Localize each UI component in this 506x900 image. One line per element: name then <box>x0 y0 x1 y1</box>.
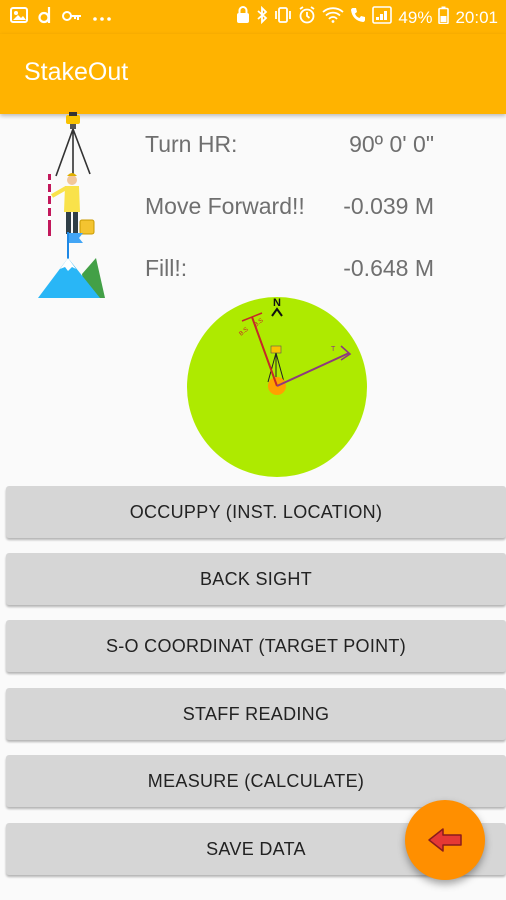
fill-label: Fill!: <box>145 255 188 281</box>
app-bar: StakeOut <box>0 34 506 114</box>
staff-reading-button[interactable]: STAFF READING <box>6 688 506 740</box>
north-label: N <box>273 297 281 309</box>
d-app-icon <box>38 6 52 30</box>
status-right-icons: 49% 20:01 <box>236 5 498 29</box>
move-row: Move Forward!! -0.039 M <box>0 187 506 227</box>
battery-icon <box>438 6 450 29</box>
measure-button[interactable]: MEASURE (CALCULATE) <box>6 755 506 807</box>
turn-row: Turn HR: 90º 0' 0" <box>0 125 506 165</box>
back-fab[interactable] <box>405 800 485 880</box>
alarm-icon <box>298 6 316 29</box>
occupy-button[interactable]: OCCUPPY (INST. LOCATION) <box>6 486 506 538</box>
status-left-icons <box>10 6 112 30</box>
call-icon <box>350 7 366 28</box>
move-value: -0.039 M <box>343 193 434 219</box>
bluetooth-icon <box>256 5 268 29</box>
battery-percent: 49% <box>398 7 433 27</box>
signal-icon <box>372 6 393 29</box>
fill-row: Fill!: -0.648 M <box>0 249 506 289</box>
fill-value: -0.648 M <box>343 255 434 281</box>
so-coordinate-button[interactable]: S-O COORDINAT (TARGET POINT) <box>6 620 506 672</box>
stakeout-compass: N B.S B.S T <box>187 297 367 477</box>
image-icon <box>10 7 28 29</box>
arrow-left-icon <box>428 828 462 852</box>
more-icon <box>92 8 112 28</box>
app-title: StakeOut <box>24 58 129 86</box>
lock-icon <box>236 6 250 29</box>
stakeout-screen: 49% 20:01 StakeOut Turn HR: 90º 0' 0" Mo… <box>0 0 506 900</box>
status-bar: 49% 20:01 <box>0 0 506 34</box>
turn-value: 90º 0' 0" <box>349 131 434 157</box>
vibrate-icon <box>274 7 292 28</box>
target-label: T <box>331 346 336 353</box>
turn-label: Turn HR: <box>145 131 238 157</box>
wifi-icon <box>322 7 345 28</box>
move-label: Move Forward!! <box>145 193 305 219</box>
key-icon <box>62 8 82 28</box>
clock: 20:01 <box>455 7 498 27</box>
back-sight-button[interactable]: BACK SIGHT <box>6 553 506 605</box>
